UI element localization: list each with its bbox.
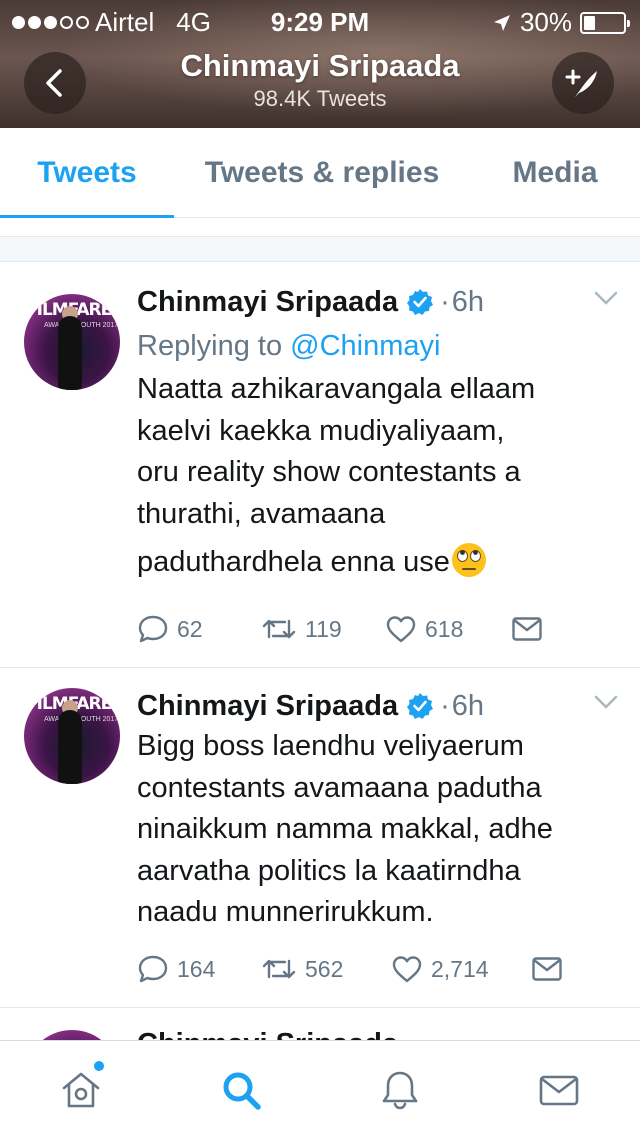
retweet-icon	[262, 959, 296, 979]
tab-notifications[interactable]	[375, 1065, 425, 1115]
tab-media[interactable]: Media	[470, 128, 640, 217]
tweet-text-line: thurathi, avamaana	[137, 497, 386, 530]
tweet-text-line: kaelvi kaekka mudiyaliyaam,	[137, 414, 505, 447]
tweet-item[interactable]: FILMFARE AWARDS SOUTH 2017 Chinmayi Srip…	[0, 262, 640, 668]
tweet-text-line: Bigg boss laendhu veliyaerum	[137, 730, 524, 762]
reply-count: 62	[177, 615, 203, 642]
eye-roll-emoji-icon	[451, 543, 486, 577]
tweet-text-line: contestants avamaana padutha	[137, 771, 542, 804]
retweet-button[interactable]: 119	[261, 615, 385, 643]
tweet-text-line: naadu munnerirukkum.	[137, 896, 434, 928]
tweet-time: 6h	[451, 689, 485, 722]
tweet-text: Naatta azhikaravangala ellaam kaelvi kae…	[137, 369, 620, 584]
retweet-count: 562	[305, 955, 344, 982]
dm-icon	[532, 957, 562, 981]
like-count: 2,714	[431, 955, 489, 982]
tab-tweets[interactable]: Tweets	[0, 128, 174, 218]
messages-icon	[539, 1075, 579, 1106]
replying-handle-link[interactable]: @Chinmayi	[290, 330, 440, 362]
replying-to: Replying to @Chinmayi	[137, 328, 620, 364]
battery-level	[584, 15, 596, 30]
tweet-actions: 164 562 2,714	[137, 954, 563, 984]
notifications-icon	[382, 1071, 418, 1110]
direct-message-button[interactable]	[531, 956, 563, 982]
compose-icon	[565, 69, 597, 97]
tweet-text-line: Naatta azhikaravangala ellaam	[137, 373, 536, 405]
tweet-header: Chinmayi Sripaada · 6h	[137, 686, 620, 726]
reply-icon	[138, 615, 168, 643]
tab-tweets-and-replies[interactable]: Tweets & replies	[174, 128, 470, 217]
like-button[interactable]: 2,714	[391, 954, 531, 984]
home-notification-dot	[94, 1061, 104, 1071]
retweet-count: 119	[305, 615, 342, 642]
battery-icon	[580, 11, 630, 34]
tweet-text: Bigg boss laendhu veliyaerum contestants…	[137, 726, 620, 934]
tweet-item[interactable]: FILMFARE AWARDS SOUTH 2017 Chinmayi Srip…	[0, 668, 640, 1008]
battery-percent: 30%	[519, 7, 572, 37]
compose-tweet-button[interactable]	[552, 52, 614, 114]
tab-messages[interactable]	[534, 1065, 584, 1115]
profile-header: Airtel 4G 9:29 PM 30% Chinmayi Sripaada …	[0, 0, 640, 128]
tweet-text-line: paduthardhela enna use	[137, 546, 450, 578]
chevron-down-icon[interactable]	[592, 288, 620, 308]
tweet-content: Chinmayi Sripaada · 6h Bigg boss laendhu…	[137, 686, 620, 934]
verified-icon	[407, 693, 434, 719]
profile-tabs: Tweets Tweets & replies Media	[0, 128, 640, 218]
tweet-text-line: oru reality show contestants a	[137, 456, 521, 488]
retweet-button[interactable]: 562	[261, 955, 391, 983]
reply-button[interactable]: 62	[137, 614, 261, 644]
avatar[interactable]: FILMFARE AWARDS SOUTH 2017	[24, 294, 120, 390]
tab-search[interactable]	[216, 1065, 266, 1115]
status-right: 30%	[492, 7, 630, 38]
tweet-actions: 62 119 618	[137, 614, 543, 644]
status-bar: Airtel 4G 9:29 PM 30%	[0, 0, 640, 40]
tab-home[interactable]	[56, 1061, 106, 1115]
header-title-block: Chinmayi Sripaada 98.4K Tweets	[0, 48, 640, 112]
like-icon	[392, 956, 422, 983]
home-icon	[62, 1072, 100, 1108]
reply-icon	[138, 955, 168, 983]
time-separator: ·	[440, 689, 450, 722]
chevron-down-icon[interactable]	[592, 692, 620, 712]
direct-message-button[interactable]	[511, 616, 543, 642]
dm-icon	[512, 617, 542, 641]
avatar[interactable]: FILMFARE AWARDS SOUTH 2017	[24, 688, 120, 784]
tweet-header: Chinmayi Sripaada · 6h	[137, 282, 620, 322]
reply-button[interactable]: 164	[137, 954, 261, 984]
author-name[interactable]: Chinmayi Sripaada	[137, 690, 398, 723]
header-tweet-count: 98.4K Tweets	[253, 86, 387, 111]
location-arrow-icon	[493, 14, 510, 31]
author-name[interactable]: Chinmayi Sripaada	[137, 286, 398, 319]
tweet-time: 6h	[451, 285, 485, 318]
header-name: Chinmayi Sripaada	[180, 48, 460, 83]
like-icon	[386, 616, 416, 643]
time-separator: ·	[440, 285, 450, 318]
bottom-tab-bar	[0, 1040, 640, 1136]
section-divider	[0, 236, 640, 262]
verified-icon	[407, 289, 434, 315]
replying-prefix: Replying to	[137, 330, 291, 362]
tweet-content: Chinmayi Sripaada · 6h Replying to @Chin…	[137, 282, 620, 584]
reply-count: 164	[177, 955, 216, 982]
tweet-text-line: ninaikkum namma makkal, adhe	[137, 813, 553, 845]
retweet-icon	[262, 619, 296, 639]
like-button[interactable]: 618	[385, 614, 511, 644]
tweet-text-line: aarvatha politics la kaatirndha	[137, 854, 521, 887]
search-icon	[223, 1072, 261, 1110]
like-count: 618	[425, 615, 464, 642]
